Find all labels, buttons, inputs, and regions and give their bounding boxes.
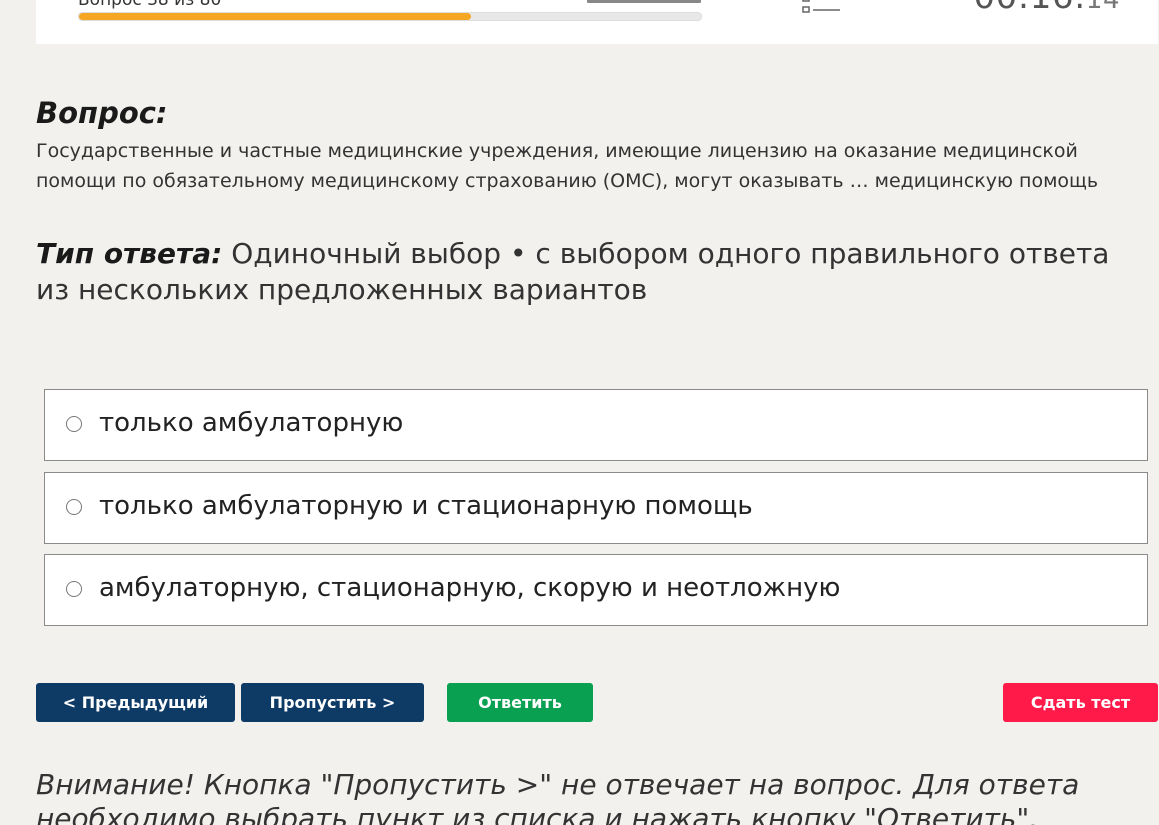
answer-option-label: амбулаторную, стационарную, скорую и нео… [99,573,841,603]
radio-button[interactable] [66,499,82,515]
submit-test-button[interactable]: Сдать тест [1003,683,1158,722]
answer-option[interactable]: только амбулаторную и стационарную помощ… [44,472,1148,544]
timer: 00:16:14 [973,0,1120,14]
skip-button[interactable]: Пропустить > [241,683,424,722]
timer-main: 00:16: [973,0,1085,17]
timer-seconds: 14 [1085,0,1120,15]
question-title: Вопрос: [36,96,168,130]
answer-button[interactable]: Ответить [447,683,593,722]
radio-button[interactable] [66,416,82,432]
answer-option-label: только амбулаторную [99,408,404,438]
skip-warning: Внимание! Кнопка "Пропустить >" не отвеч… [36,768,1080,825]
progress-label: Вопрос 38 из 80 [78,0,222,10]
progress-divider [587,0,701,3]
answer-type-label: Тип ответа: [36,237,223,270]
test-page: Вопрос 38 из 80 00:16:14 Вопрос: Государ… [0,0,1159,825]
previous-button[interactable]: < Предыдущий [36,683,235,722]
answer-option-label: только амбулаторную и стационарную помощ… [99,491,753,521]
radio-button[interactable] [66,581,82,597]
question-text: Государственные и частные медицинские уч… [36,140,1099,192]
progress-bar [78,12,702,21]
header-card: Вопрос 38 из 80 00:16:14 [36,0,1158,44]
answer-option[interactable]: только амбулаторную [44,389,1148,461]
progress-fill [79,13,471,20]
answer-option[interactable]: амбулаторную, стационарную, скорую и нео… [44,554,1148,626]
answer-type: Тип ответа: Одиночный выбор • с выбором … [36,236,1136,308]
question-list-icon[interactable] [802,0,842,16]
